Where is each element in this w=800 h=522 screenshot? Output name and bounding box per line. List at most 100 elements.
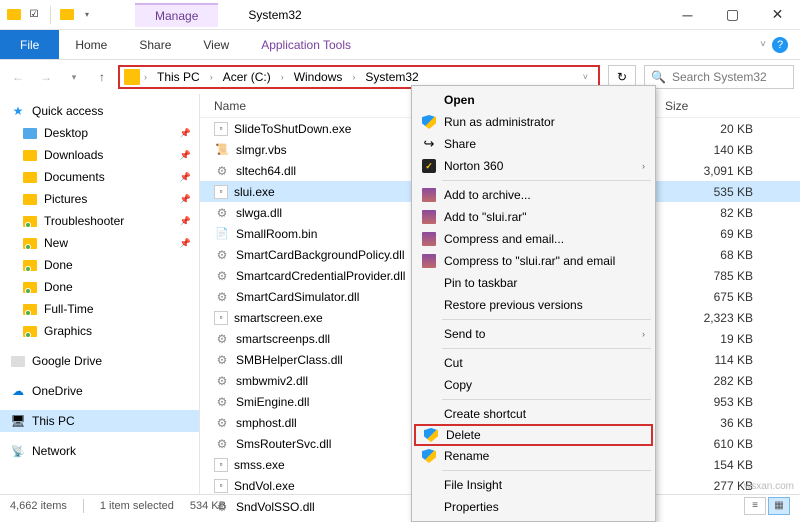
chevron-right-icon[interactable]: › [142,72,149,82]
cm-add-archive[interactable]: Add to archive... [414,184,653,206]
view-tab[interactable]: View [187,30,245,59]
chevron-right-icon[interactable]: › [208,72,215,82]
cm-add-rar[interactable]: Add to "slui.rar" [414,206,653,228]
back-button[interactable]: ← [6,65,30,89]
cm-run-as-admin[interactable]: Run as administrator [414,111,653,133]
sidebar-item-new[interactable]: New📌 [0,232,199,254]
status-bar: 4,662 items 1 item selected 534 KB ≡ ▦ [0,494,800,516]
sidebar-item-downloads[interactable]: Downloads📌 [0,144,199,166]
cm-copy[interactable]: Copy [414,374,653,396]
minimize-button[interactable]: ─ [665,0,710,30]
sidebar-item-done[interactable]: Done [0,276,199,298]
sidebar-item-done[interactable]: Done [0,254,199,276]
folder-icon [22,125,38,141]
up-button[interactable]: ↑ [90,65,114,89]
cm-restore[interactable]: Restore previous versions [414,294,653,316]
file-size: 68 KB [665,248,765,262]
cm-create-shortcut[interactable]: Create shortcut [414,403,653,425]
thumbnails-view-button[interactable]: ▦ [768,497,790,515]
window-menu-icon[interactable] [6,7,22,23]
cm-pin-taskbar[interactable]: Pin to taskbar [414,272,653,294]
file-name: SndVol.exe [234,479,295,493]
maximize-button[interactable]: ▢ [710,0,755,30]
file-tab[interactable]: File [0,30,59,59]
chevron-right-icon[interactable]: › [279,72,286,82]
this-pc[interactable]: This PC [0,410,199,432]
file-name: slmgr.vbs [236,143,287,157]
sidebar-item-graphics[interactable]: Graphics [0,320,199,342]
cm-norton[interactable]: ✓Norton 360› [414,155,653,177]
home-tab[interactable]: Home [59,30,123,59]
address-dropdown-icon[interactable]: ˅ [577,72,594,82]
close-button[interactable]: ✕ [755,0,800,30]
sidebar-item-pictures[interactable]: Pictures📌 [0,188,199,210]
cm-rename[interactable]: Rename [414,445,653,467]
cm-file-insight[interactable]: File Insight [414,474,653,496]
google-drive[interactable]: Google Drive [0,350,199,372]
cm-compress-rar-email[interactable]: Compress to "slui.rar" and email [414,250,653,272]
breadcrumb-segment[interactable]: Acer (C:) [217,70,277,84]
quick-access[interactable]: ★ Quick access [0,100,199,122]
script-icon [214,142,230,158]
file-name: smartscreen.exe [234,311,323,325]
cm-send-to[interactable]: Send to› [414,323,653,345]
file-name: slwga.dll [236,206,282,220]
network[interactable]: Network [0,440,199,462]
winrar-icon [420,186,438,204]
collapse-ribbon-icon[interactable]: ˅ [760,39,766,50]
selection-size: 534 KB [190,500,226,512]
nav-label: Troubleshooter [44,214,124,228]
folder-icon [22,301,38,317]
properties-icon[interactable]: ☑ [26,7,42,23]
column-size[interactable]: Size [665,99,765,113]
breadcrumb-segment[interactable]: This PC [151,70,206,84]
qat-customize-icon[interactable]: ▾ [79,7,95,23]
folder-icon [22,279,38,295]
new-folder-icon[interactable] [59,7,75,23]
winrar-icon [420,230,438,248]
window-title: System32 [248,8,301,22]
share-icon: ↪ [420,135,438,153]
share-tab[interactable]: Share [123,30,187,59]
exe-icon: ▫ [214,479,228,493]
file-name: smbwmiv2.dll [236,374,308,388]
separator [442,470,651,471]
file-size: 20 KB [665,122,765,136]
file-name: SmartcardCredentialProvider.dll [236,269,405,283]
sidebar-item-full-time[interactable]: Full-Time [0,298,199,320]
exe-icon: ▫ [214,458,228,472]
file-name: slui.exe [234,185,275,199]
forward-button[interactable]: → [34,65,58,89]
cm-open[interactable]: Open [414,89,653,111]
cm-delete[interactable]: Delete [414,424,653,446]
recent-locations-button[interactable]: ▾ [62,65,86,89]
onedrive[interactable]: OneDrive [0,380,199,402]
cm-cut[interactable]: Cut [414,352,653,374]
search-input[interactable]: 🔍 Search System32 [644,65,794,89]
cm-properties[interactable]: Properties [414,496,653,518]
cm-share[interactable]: ↪Share [414,133,653,155]
file-size: 785 KB [665,269,765,283]
file-name: SmallRoom.bin [236,227,317,241]
watermark: wsxan.com [744,481,794,492]
search-icon: 🔍 [651,70,666,84]
cm-compress-email[interactable]: Compress and email... [414,228,653,250]
details-view-button[interactable]: ≡ [744,497,766,515]
address-bar-row: ← → ▾ ↑ › This PC › Acer (C:) › Windows … [0,60,800,94]
sidebar-item-troubleshooter[interactable]: Troubleshooter 📌 [0,210,199,232]
sidebar-item-documents[interactable]: Documents📌 [0,166,199,188]
file-size: 535 KB [665,185,765,199]
pin-icon: 📌 [180,216,191,227]
shield-icon [422,426,440,444]
breadcrumb-segment[interactable]: Windows [288,70,349,84]
dll-icon [214,331,230,347]
chevron-right-icon[interactable]: › [350,72,357,82]
sidebar-item-desktop[interactable]: Desktop📌 [0,122,199,144]
dll-icon [214,436,230,452]
application-tools-tab[interactable]: Application Tools [245,30,367,59]
separator [442,180,651,181]
pin-icon: 📌 [180,194,191,205]
file-name: SMBHelperClass.dll [236,353,343,367]
help-icon[interactable]: ? [772,37,788,53]
breadcrumb-segment[interactable]: System32 [359,70,424,84]
